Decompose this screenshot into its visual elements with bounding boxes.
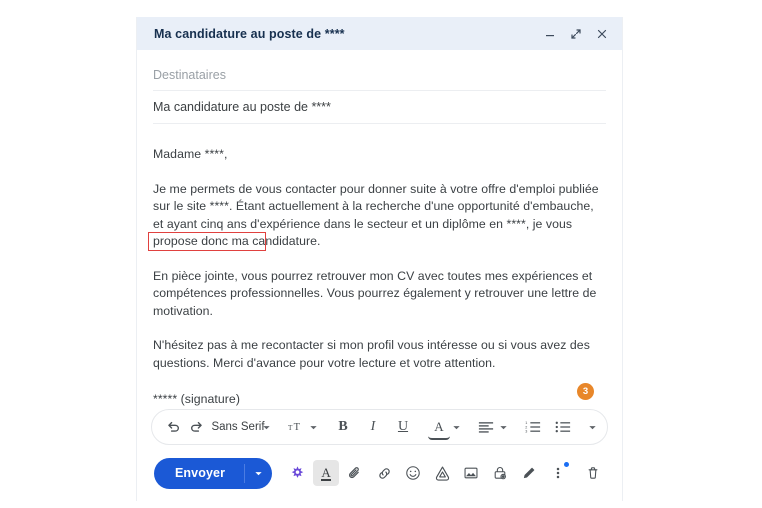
bulleted-list-button[interactable] bbox=[552, 414, 574, 440]
svg-text:3: 3 bbox=[525, 430, 527, 434]
undo-icon[interactable] bbox=[162, 414, 184, 440]
font-size-caret-icon[interactable] bbox=[309, 423, 318, 432]
send-options-button[interactable] bbox=[245, 458, 272, 489]
formatting-toolbar: Sans Serif T T B I U A 1 2 3 bbox=[151, 409, 608, 445]
attach-file-icon[interactable] bbox=[342, 460, 368, 486]
align-caret-icon[interactable] bbox=[499, 423, 508, 432]
drive-icon[interactable] bbox=[429, 460, 455, 486]
body-paragraph-closing: N'hésitez pas à me recontacter si mon pr… bbox=[153, 338, 590, 370]
insert-photo-icon[interactable] bbox=[458, 460, 484, 486]
insert-link-icon[interactable] bbox=[371, 460, 397, 486]
action-bar: Envoyer A bbox=[137, 445, 622, 501]
format-text-glyph: A bbox=[321, 464, 331, 481]
send-button-group: Envoyer bbox=[154, 457, 273, 489]
redo-icon[interactable] bbox=[186, 414, 208, 440]
emoji-icon[interactable] bbox=[400, 460, 426, 486]
expand-button[interactable] bbox=[569, 27, 582, 40]
body-paragraph-signature: ***** (signature) bbox=[153, 392, 240, 406]
compose-header[interactable]: Ma candidature au poste de **** bbox=[137, 17, 622, 50]
svg-text:T: T bbox=[294, 422, 301, 433]
body-paragraph-attachment: En pièce jointe, vous pourrez retrouver … bbox=[153, 268, 597, 318]
body-paragraph-salutation: Madame ****, bbox=[153, 147, 228, 161]
gemini-icon[interactable] bbox=[284, 460, 310, 486]
discard-draft-button[interactable] bbox=[580, 460, 606, 486]
italic-button[interactable]: I bbox=[362, 414, 384, 440]
send-button[interactable]: Envoyer bbox=[154, 458, 244, 489]
body-paragraph-intro: Je me permets de vous contacter pour don… bbox=[153, 181, 599, 249]
subject-field[interactable]: Ma candidature au poste de **** bbox=[153, 91, 606, 124]
font-family-caret-icon[interactable] bbox=[262, 423, 271, 432]
compose-window: Ma candidature au poste de **** Destinat… bbox=[136, 17, 623, 501]
close-button[interactable] bbox=[595, 27, 608, 40]
minimize-button[interactable] bbox=[543, 27, 556, 40]
message-body[interactable]: Madame ****, Je me permets de vous conta… bbox=[137, 124, 622, 409]
compose-tools: A bbox=[284, 460, 580, 486]
window-controls bbox=[543, 27, 612, 40]
format-text-icon[interactable]: A bbox=[313, 460, 340, 486]
screenshot-canvas: Ma candidature au poste de **** Destinat… bbox=[0, 0, 762, 508]
align-button[interactable] bbox=[475, 414, 497, 440]
recipients-placeholder: Destinataires bbox=[153, 67, 226, 82]
bold-button[interactable]: B bbox=[332, 414, 354, 440]
text-color-button[interactable]: A bbox=[428, 414, 450, 440]
numbered-list-button[interactable]: 1 2 3 bbox=[522, 414, 544, 440]
subject-value: Ma candidature au poste de **** bbox=[153, 100, 331, 114]
recipients-field[interactable]: Destinataires bbox=[153, 59, 606, 91]
signature-icon[interactable] bbox=[516, 460, 542, 486]
step-badge: 3 bbox=[577, 383, 594, 400]
confidential-mode-icon[interactable] bbox=[487, 460, 513, 486]
underline-button[interactable]: U bbox=[392, 414, 414, 440]
more-options-icon[interactable] bbox=[545, 460, 571, 486]
new-feature-dot bbox=[564, 462, 570, 467]
svg-text:T: T bbox=[288, 424, 293, 432]
more-format-button[interactable] bbox=[588, 423, 597, 432]
compose-title: Ma candidature au poste de **** bbox=[154, 26, 345, 41]
font-size-icon[interactable]: T T bbox=[285, 414, 307, 440]
text-color-caret-icon[interactable] bbox=[452, 423, 461, 432]
font-family-select[interactable]: Sans Serif bbox=[211, 414, 264, 440]
